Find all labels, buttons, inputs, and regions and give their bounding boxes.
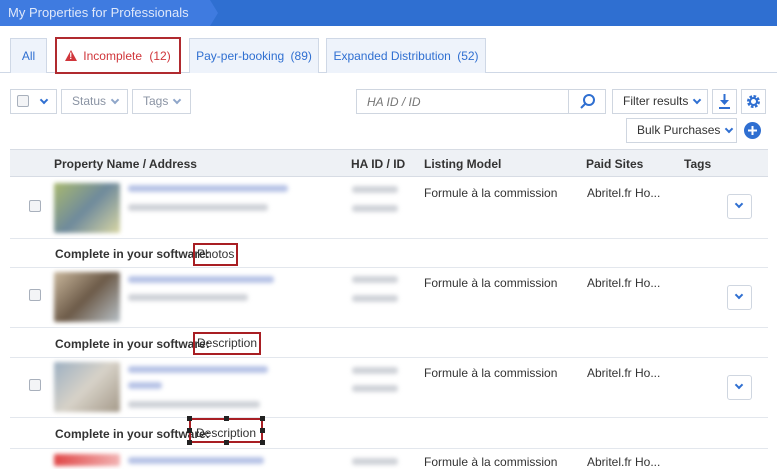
tags-filter-label: Tags <box>143 94 169 108</box>
bulk-purchases-label: Bulk Purchases <box>637 123 721 137</box>
chevron-down-icon <box>725 124 734 134</box>
download-icon <box>719 94 730 109</box>
resize-handle[interactable] <box>224 416 229 421</box>
expand-row-button[interactable] <box>727 285 752 310</box>
complete-in-software-label: Complete in your software: <box>55 247 210 261</box>
property-address-redacted <box>128 294 248 301</box>
row-checkbox[interactable] <box>29 289 41 301</box>
property-thumbnail[interactable] <box>54 454 120 466</box>
property-name-redacted[interactable] <box>128 366 268 373</box>
expand-row-button[interactable] <box>727 194 752 219</box>
ha-id-redacted <box>352 186 398 193</box>
property-address-redacted <box>128 401 260 408</box>
search-button[interactable] <box>568 89 606 114</box>
ha-id-redacted <box>352 205 398 212</box>
resize-handle[interactable] <box>260 440 265 445</box>
row-divider <box>10 357 768 358</box>
status-filter-label: Status <box>72 94 107 108</box>
top-bar: My Properties for Professionals <box>0 0 777 26</box>
chevron-down-icon <box>734 290 744 300</box>
search-input[interactable] <box>356 89 569 114</box>
row-divider <box>10 267 768 268</box>
property-name-redacted[interactable] <box>128 276 274 283</box>
resize-handle[interactable] <box>187 440 192 445</box>
complete-in-software-label: Complete in your software: <box>55 337 210 351</box>
download-button[interactable] <box>712 89 737 114</box>
resize-handle[interactable] <box>224 440 229 445</box>
tab-pay-per-booking[interactable]: Pay-per-booking (89) <box>189 38 319 73</box>
chevron-down-icon <box>734 380 744 390</box>
tab-label: Expanded Distribution <box>333 49 451 63</box>
row-divider <box>10 448 768 449</box>
tab-count: (52) <box>457 49 479 63</box>
listing-model: Formule à la commission <box>424 186 558 200</box>
paid-sites: Abritel.fr Ho... <box>587 455 661 469</box>
row-checkbox[interactable] <box>29 379 41 391</box>
chevron-down-icon <box>173 95 182 105</box>
property-name-redacted[interactable] <box>128 185 288 192</box>
ha-id-redacted <box>352 295 398 302</box>
chevron-down-icon <box>39 95 49 105</box>
row-divider <box>10 417 768 418</box>
row-checkbox[interactable] <box>29 200 41 212</box>
tab-count: (89) <box>290 49 312 63</box>
select-all-checkbox[interactable] <box>17 95 29 107</box>
tab-bar: All Incomplete (12) Pay-per-booking (89)… <box>0 37 777 74</box>
chevron-down-icon <box>734 199 744 209</box>
expand-row-button[interactable] <box>727 375 752 400</box>
row-divider <box>10 327 768 328</box>
tags-filter[interactable]: Tags <box>132 89 191 114</box>
property-name-redacted[interactable] <box>128 457 264 464</box>
ha-id-redacted <box>352 385 398 392</box>
add-button[interactable] <box>744 122 761 139</box>
warning-icon <box>65 50 78 61</box>
chevron-down-icon <box>110 95 120 105</box>
settings-button[interactable] <box>741 89 766 114</box>
chevron-down-icon <box>693 95 702 105</box>
property-thumbnail[interactable] <box>54 362 120 412</box>
gear-icon <box>747 95 760 108</box>
tab-count: (12) <box>149 49 171 63</box>
property-name-redacted[interactable] <box>128 382 162 389</box>
property-address-redacted <box>128 204 268 211</box>
missing-item: Description <box>193 332 262 355</box>
missing-item: Photos <box>193 243 239 266</box>
tab-label: Pay-per-booking <box>196 49 285 63</box>
search-icon <box>580 94 595 109</box>
table-header: Property Name / Address HA ID / ID Listi… <box>10 149 768 177</box>
listing-model: Formule à la commission <box>424 366 558 380</box>
tab-expanded-distribution[interactable]: Expanded Distribution (52) <box>326 38 486 73</box>
column-header[interactable]: Paid Sites <box>586 157 643 171</box>
column-header[interactable]: Tags <box>684 157 711 171</box>
filter-results-label: Filter results <box>623 94 689 108</box>
filter-results-dropdown[interactable]: Filter results <box>612 89 708 114</box>
plus-icon <box>748 126 757 135</box>
ha-id-redacted <box>352 367 398 374</box>
paid-sites: Abritel.fr Ho... <box>587 276 661 290</box>
resize-handle[interactable] <box>187 428 192 433</box>
property-thumbnail[interactable] <box>54 183 120 233</box>
paid-sites: Abritel.fr Ho... <box>587 186 661 200</box>
tab-incomplete[interactable]: Incomplete (12) <box>55 37 181 74</box>
column-header[interactable]: HA ID / ID <box>351 157 405 171</box>
property-thumbnail[interactable] <box>54 272 120 322</box>
paid-sites: Abritel.fr Ho... <box>587 366 661 380</box>
bulk-purchases-dropdown[interactable]: Bulk Purchases <box>626 118 737 143</box>
breadcrumb[interactable]: My Properties for Professionals <box>0 0 218 26</box>
ha-id-redacted <box>352 276 398 283</box>
column-header[interactable]: Property Name / Address <box>54 157 197 171</box>
column-header[interactable]: Listing Model <box>424 157 501 171</box>
tab-label: All <box>21 49 36 63</box>
tab-all[interactable]: All <box>10 38 47 73</box>
row-divider <box>10 238 768 239</box>
resize-handle[interactable] <box>260 428 265 433</box>
listing-model: Formule à la commission <box>424 455 558 469</box>
tab-label: Incomplete <box>83 49 142 63</box>
listing-model: Formule à la commission <box>424 276 558 290</box>
resize-handle[interactable] <box>187 416 192 421</box>
resize-handle[interactable] <box>260 416 265 421</box>
status-filter[interactable]: Status <box>61 89 128 114</box>
select-all-dropdown[interactable] <box>10 89 57 114</box>
